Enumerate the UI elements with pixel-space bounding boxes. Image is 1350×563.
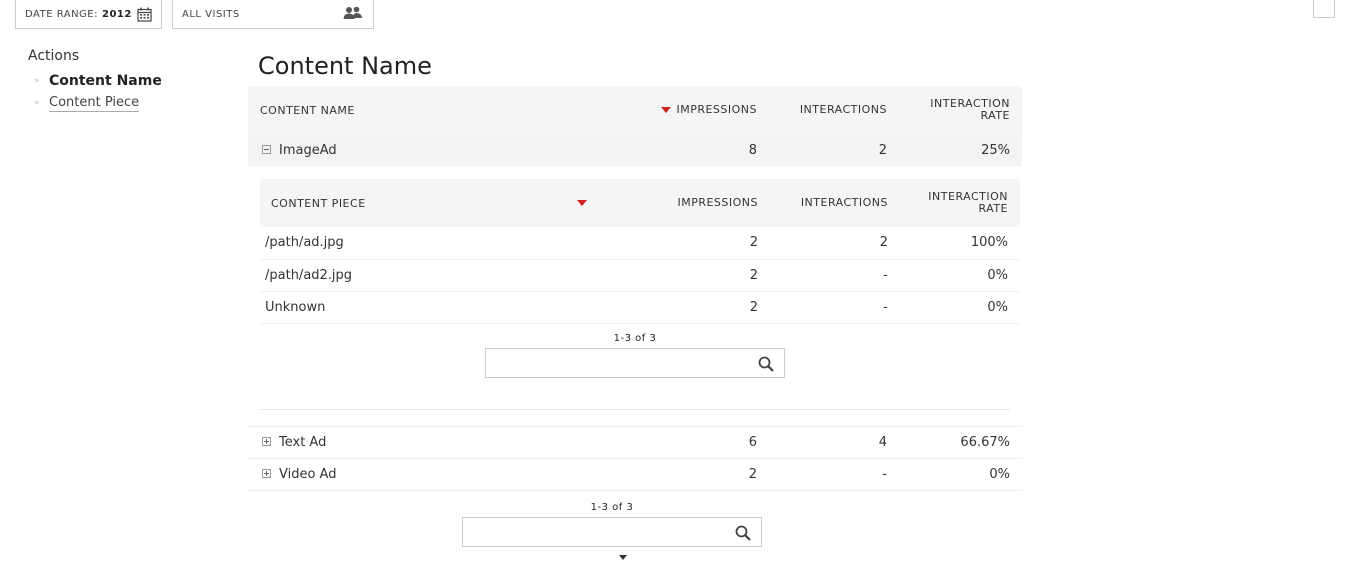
row-label: Video Ad xyxy=(279,466,337,482)
sidebar: Actions » Content Name » Content Piece xyxy=(28,48,228,114)
cell-impressions: 2 xyxy=(628,227,770,260)
main-content: Content Name CONTENT NAME IMPRESSIONS IN… xyxy=(248,48,1022,563)
column-header-content-name[interactable]: CONTENT NAME xyxy=(248,86,628,134)
cell-interaction-rate: 0% xyxy=(899,458,1022,491)
column-header-interaction-rate[interactable]: INTERACTION RATE xyxy=(899,86,1022,134)
cell-interaction-rate: 0% xyxy=(900,259,1020,292)
date-range-selector[interactable]: DATE RANGE: 2012 xyxy=(15,0,162,29)
table-row[interactable]: ImageAd 8 2 25% xyxy=(248,134,1022,166)
cell-impressions: 2 xyxy=(628,259,770,292)
table-row[interactable]: Video Ad 2 - 0% xyxy=(248,458,1022,491)
subtable-footer: 1-3 of 3 xyxy=(260,324,1010,410)
column-header-interaction-rate[interactable]: INTERACTION RATE xyxy=(900,179,1020,227)
cell-content-piece: /path/ad2.jpg xyxy=(260,259,628,292)
cell-impressions: 6 xyxy=(628,426,769,459)
column-header-impressions[interactable]: IMPRESSIONS xyxy=(577,179,770,227)
cell-interaction-rate: 0% xyxy=(900,291,1020,324)
subtable-header-row: CONTENT PIECE IMPRESSIONS INTERACTIONS I… xyxy=(260,179,1020,227)
sidebar-item-content-name[interactable]: » Content Name xyxy=(28,70,228,92)
sidebar-item-label: Content Name xyxy=(49,73,162,89)
sidebar-item-label: Content Piece xyxy=(49,94,140,112)
column-header-impressions[interactable]: IMPRESSIONS xyxy=(628,86,769,134)
cell-content-piece: Unknown xyxy=(260,291,628,324)
cell-interactions: - xyxy=(769,458,899,491)
cell-impressions: 8 xyxy=(628,134,769,166)
content-piece-subtable: CONTENT PIECE IMPRESSIONS INTERACTIONS I… xyxy=(260,179,1020,324)
cell-interactions: - xyxy=(770,291,900,324)
bullet-icon: » xyxy=(34,76,40,86)
date-range-label: DATE RANGE: xyxy=(25,8,98,20)
cell-impressions: 2 xyxy=(628,291,770,324)
segment-label: ALL VISITS xyxy=(182,8,240,20)
visitors-icon xyxy=(343,6,363,23)
subtable-search-box xyxy=(485,347,785,378)
subtable-search-input[interactable] xyxy=(486,348,746,377)
column-header-interactions[interactable]: INTERACTIONS xyxy=(769,86,899,134)
segment-selector[interactable]: ALL VISITS xyxy=(172,0,374,29)
cell-impressions: 2 xyxy=(628,458,769,491)
cell-interactions: 2 xyxy=(770,227,900,260)
page-title: Content Name xyxy=(258,52,432,80)
cell-content-piece: /path/ad.jpg xyxy=(260,227,628,260)
sidebar-category-actions: Actions xyxy=(28,48,80,64)
calendar-icon xyxy=(137,7,152,22)
subtable-container-row: CONTENT PIECE IMPRESSIONS INTERACTIONS I… xyxy=(248,166,1022,426)
table-row[interactable]: /path/ad.jpg 2 2 100% xyxy=(260,227,1020,260)
subtable-pagination: 1-3 of 3 xyxy=(613,332,657,344)
search-icon[interactable] xyxy=(758,356,774,376)
row-label: ImageAd xyxy=(279,142,337,158)
table-search-box xyxy=(462,516,762,547)
cell-interactions: 4 xyxy=(769,426,899,459)
sidebar-item-content-piece[interactable]: » Content Piece xyxy=(28,92,228,114)
corner-toggle-box[interactable] xyxy=(1313,0,1335,18)
cell-interaction-rate: 100% xyxy=(900,227,1020,260)
date-range-value: 2012 xyxy=(102,8,132,20)
cell-interactions: - xyxy=(770,259,900,292)
sort-desc-icon xyxy=(577,200,588,206)
cell-interactions: 2 xyxy=(769,134,899,166)
expand-icon[interactable] xyxy=(262,436,271,446)
collapse-icon[interactable] xyxy=(262,144,271,154)
bullet-icon: » xyxy=(34,98,40,108)
content-name-table: CONTENT NAME IMPRESSIONS INTERACTIONS IN… xyxy=(248,86,1022,491)
cell-interaction-rate: 66.67% xyxy=(899,426,1022,459)
table-row[interactable]: Unknown 2 - 0% xyxy=(260,291,1020,324)
table-row[interactable]: /path/ad2.jpg 2 - 0% xyxy=(260,259,1020,292)
table-header-row: CONTENT NAME IMPRESSIONS INTERACTIONS IN… xyxy=(248,86,1022,134)
search-icon[interactable] xyxy=(735,525,751,545)
expand-icon[interactable] xyxy=(262,468,271,478)
table-row[interactable]: Text Ad 6 4 66.67% xyxy=(248,426,1022,459)
row-label: Text Ad xyxy=(279,434,327,450)
table-footer: 1-3 of 3 xyxy=(248,491,1000,563)
sort-desc-icon xyxy=(661,107,672,113)
cell-interaction-rate: 25% xyxy=(899,134,1022,166)
table-pagination: 1-3 of 3 xyxy=(590,501,634,513)
column-header-interactions[interactable]: INTERACTIONS xyxy=(770,179,900,227)
column-header-content-piece[interactable]: CONTENT PIECE xyxy=(260,179,628,227)
table-search-input[interactable] xyxy=(463,517,723,546)
dropdown-arrow-icon[interactable] xyxy=(619,555,627,560)
